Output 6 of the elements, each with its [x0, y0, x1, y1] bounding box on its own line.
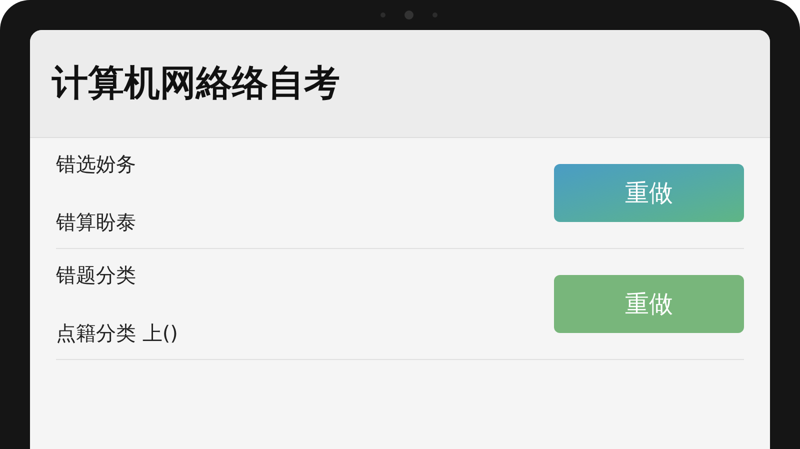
menu-item[interactable]: 错题分类 [56, 261, 178, 289]
menu-item[interactable]: 点籍分类 上() [56, 319, 178, 347]
page-title: 计算机网絡络自考 [52, 62, 340, 106]
menu-item[interactable]: 错选妢务 [56, 150, 136, 178]
camera-icon [378, 9, 440, 21]
menu-item[interactable]: 错算盼泰 [56, 208, 136, 236]
